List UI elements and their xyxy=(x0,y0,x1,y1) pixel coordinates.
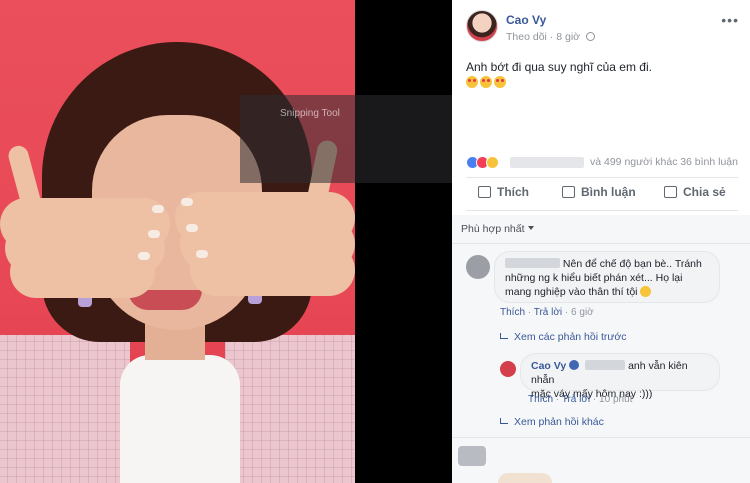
watermark-text: Snipping Tool xyxy=(280,108,340,119)
photo-viewer: Snipping Tool Cao Vy Theo dõi · 8 giờ ••… xyxy=(0,0,750,483)
view-previous-replies[interactable]: Xem các phản hồi trước xyxy=(500,331,627,343)
author-avatar[interactable] xyxy=(466,10,498,42)
nail xyxy=(181,198,193,206)
post-header: Cao Vy Theo dõi · 8 giờ ••• xyxy=(466,10,741,46)
thumbs-up-icon xyxy=(478,186,491,198)
comment-icon xyxy=(562,186,575,198)
blurred-tag xyxy=(585,360,626,370)
nail xyxy=(138,252,150,260)
snipping-overlay xyxy=(240,95,452,183)
comment-line: Nên để chế độ bạn bè.. Tránh xyxy=(562,258,702,270)
share-button[interactable]: Chia sẻ xyxy=(664,185,726,199)
reaction-summary[interactable]: và 499 người khác 36 bình luận xyxy=(466,155,738,171)
nail xyxy=(152,205,164,213)
commenter-avatar[interactable] xyxy=(458,446,486,466)
post-meta: Theo dõi · 8 giờ xyxy=(506,31,595,43)
commenter-avatar[interactable] xyxy=(466,255,490,279)
smile-emoji xyxy=(640,286,652,297)
comments-section: Phù hợp nhất Nên để chế độ bạn bè.. Trán… xyxy=(452,215,750,483)
comment-count[interactable]: 36 bình luận xyxy=(680,156,738,168)
heart-eyes-emoji xyxy=(466,76,478,88)
more-options-icon[interactable]: ••• xyxy=(721,12,739,28)
reply-actions: Thích · Trả lời · 10 phút xyxy=(528,394,633,405)
verified-icon xyxy=(569,360,580,370)
blazer-left xyxy=(0,335,130,483)
post-sidebar: Cao Vy Theo dõi · 8 giờ ••• Anh bớt đi q… xyxy=(452,0,750,483)
blurred-names xyxy=(510,157,584,168)
post-time[interactable]: 8 giờ xyxy=(556,31,580,43)
reply-reply-link[interactable]: Trả lời xyxy=(562,394,590,405)
reply-like-link[interactable]: Thích xyxy=(528,394,553,405)
divider xyxy=(452,437,750,438)
globe-icon xyxy=(585,32,595,41)
comment-reply-link[interactable]: Trả lời xyxy=(534,307,562,318)
nail xyxy=(186,224,198,232)
viewer-backdrop xyxy=(355,0,452,483)
comment-time[interactable]: 6 giờ xyxy=(571,307,594,318)
follow-link[interactable]: Theo dõi xyxy=(506,31,547,43)
reply-author[interactable]: Cao Vy xyxy=(531,360,566,372)
reaction-others[interactable]: và 499 người khác xyxy=(590,156,677,168)
author-name[interactable]: Cao Vy xyxy=(506,13,546,27)
reply-time[interactable]: 10 phút xyxy=(599,394,632,405)
reply-bubble: Cao Vy anh vẫn kiên nhẫn mặc váy mấy hôm… xyxy=(520,353,720,400)
post-actions: Thích Bình luận Chia sẻ xyxy=(466,183,738,207)
post-photo[interactable] xyxy=(0,0,355,483)
like-button[interactable]: Thích xyxy=(478,185,529,199)
reply-author-avatar[interactable] xyxy=(500,361,516,377)
comment-actions: Thích · Trả lời · 6 giờ xyxy=(500,307,594,318)
view-other-replies[interactable]: Xem phản hồi khác xyxy=(500,416,604,428)
comment-like-link[interactable]: Thích xyxy=(500,307,525,318)
hand-right-3 xyxy=(190,244,355,296)
nail xyxy=(148,230,160,238)
caret-down-icon xyxy=(527,226,534,230)
heart-eyes-emoji xyxy=(494,76,506,88)
comment-sort[interactable]: Phù hợp nhất xyxy=(461,223,534,235)
comment-bubble: Nên để chế độ bạn bè.. Tránh những ng k … xyxy=(494,251,720,303)
reply-arrow-icon xyxy=(500,418,508,424)
divider xyxy=(452,243,750,244)
post-emojis xyxy=(466,76,508,91)
hand-left-3 xyxy=(10,246,155,298)
divider xyxy=(466,177,738,178)
post-text: Anh bớt đi qua suy nghĩ của em đi. xyxy=(466,60,652,74)
comment-line: những ng k hiểu biết phán xét... Họ lại xyxy=(505,272,683,284)
comment-button[interactable]: Bình luận xyxy=(562,185,636,199)
nail xyxy=(196,250,208,258)
sticker-preview xyxy=(498,473,552,483)
blazer-right xyxy=(225,335,355,483)
divider xyxy=(466,210,738,211)
shirt xyxy=(120,355,240,483)
share-icon xyxy=(664,186,677,198)
comment-line: mang nghiệp vào thân thí tội xyxy=(505,286,638,298)
heart-eyes-emoji xyxy=(480,76,492,88)
haha-reaction-icon xyxy=(486,156,499,169)
blurred-commenter-name xyxy=(505,258,560,268)
reply-arrow-icon xyxy=(500,333,508,339)
